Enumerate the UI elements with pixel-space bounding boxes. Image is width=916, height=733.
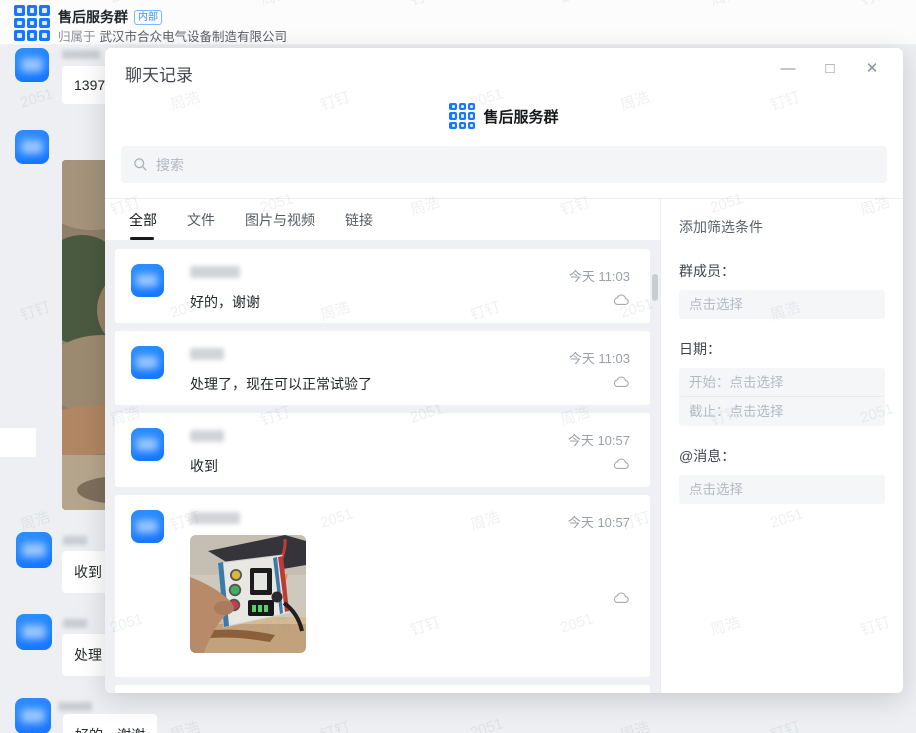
record-type-tabs: 全部 文件 图片与视频 链接 <box>105 199 660 241</box>
tab-media[interactable]: 图片与视频 <box>245 199 315 240</box>
filter-panel: 添加筛选条件 群成员： 点击选择 日期： 开始：点击选择 截止：点击选择 @消息… <box>660 199 903 693</box>
blurred-sender-name <box>190 348 224 360</box>
avatar[interactable] <box>15 130 49 164</box>
member-filter-select[interactable]: 点击选择 <box>679 290 885 319</box>
company-name: 武汉市合众电气设备制造有限公司 <box>100 30 288 44</box>
avatar[interactable] <box>15 48 49 82</box>
message-text: 收到 <box>190 456 218 476</box>
avatar[interactable] <box>16 532 52 568</box>
date-filter-group: 开始：点击选择 截止：点击选择 <box>679 368 885 426</box>
photo-content <box>190 535 306 653</box>
group-company-line: 归属于武汉市合众电气设备制造有限公司 <box>58 26 287 45</box>
avatar <box>131 264 164 297</box>
cloud-status-icon <box>613 457 630 470</box>
owner-prefix: 归属于 <box>58 30 96 44</box>
date-end-select[interactable]: 截止：点击选择 <box>679 397 885 426</box>
at-message-filter-select[interactable]: 点击选择 <box>679 475 885 504</box>
message-record[interactable]: 今天 10:57 <box>115 495 650 677</box>
blurred-sender-name <box>58 702 92 711</box>
blurred-sender-name <box>190 266 240 278</box>
tab-links[interactable]: 链接 <box>345 199 373 240</box>
cloud-status-icon <box>613 591 630 604</box>
dialog-title: 聊天记录 <box>125 61 193 86</box>
message-record[interactable]: 今天 10:57 收到 <box>115 413 650 487</box>
avatar[interactable] <box>15 698 51 733</box>
cloud-status-icon <box>613 293 630 306</box>
search-placeholder: 搜索 <box>156 155 184 175</box>
message-record[interactable]: 今天 11:03 好的，谢谢 <box>115 249 650 323</box>
message-record-list[interactable]: 今天 11:03 好的，谢谢 今天 11:03 处理了，现在可以正常试验了 <box>105 241 660 693</box>
avatar <box>131 510 164 543</box>
search-input[interactable]: 搜索 <box>121 146 887 183</box>
minimize-button[interactable]: — <box>779 60 797 78</box>
member-filter-label: 群成员： <box>679 261 885 281</box>
maximize-button[interactable]: □ <box>821 60 839 78</box>
scrollbar-thumb[interactable] <box>652 274 658 301</box>
avatar <box>131 428 164 461</box>
message-bubble[interactable]: 好的，谢谢 <box>63 714 157 733</box>
message-record[interactable]: 今天 11:03 处理了，现在可以正常试验了 <box>115 331 650 405</box>
date-start-select[interactable]: 开始：点击选择 <box>679 368 885 397</box>
dialog-group-name: 售后服务群 <box>483 106 558 127</box>
window-controls: — □ ✕ <box>779 60 881 78</box>
internal-badge: 内部 <box>134 10 162 25</box>
date-filter-label: 日期： <box>679 339 885 359</box>
chat-records-dialog: 聊天记录 — □ ✕ 售后服务群 搜索 全部 文件 图片与视 <box>105 48 903 693</box>
filter-panel-title: 添加筛选条件 <box>679 217 885 237</box>
message-time: 今天 11:03 <box>569 348 630 367</box>
active-tab-underline <box>130 237 154 240</box>
photo-message-thumbnail[interactable] <box>190 535 306 653</box>
close-button[interactable]: ✕ <box>863 60 881 78</box>
message-time: 今天 10:57 <box>568 430 630 449</box>
message-record-partial[interactable] <box>115 685 650 693</box>
group-avatar-icon <box>449 103 475 129</box>
avatar[interactable] <box>16 614 52 650</box>
search-icon <box>133 157 148 172</box>
avatar <box>131 346 164 379</box>
at-message-filter-label: @消息： <box>679 446 885 466</box>
cloud-status-icon <box>613 375 630 388</box>
blurred-sender-name <box>63 619 87 628</box>
white-patch <box>0 428 36 457</box>
blurred-sender-name <box>190 430 224 442</box>
group-avatar-icon[interactable] <box>13 4 51 42</box>
message-time: 今天 11:03 <box>569 266 630 285</box>
blurred-sender-name <box>190 512 240 524</box>
tab-all[interactable]: 全部 <box>129 199 157 240</box>
blurred-sender-name <box>62 50 100 59</box>
dialog-group-header: 售后服务群 <box>105 103 903 129</box>
blurred-sender-name <box>63 536 87 545</box>
group-header: 售后服务群 内部 归属于武汉市合众电气设备制造有限公司 <box>0 0 916 45</box>
message-text: 好的，谢谢 <box>190 292 260 312</box>
tab-files[interactable]: 文件 <box>187 199 215 240</box>
message-time: 今天 10:57 <box>568 512 630 531</box>
group-title: 售后服务群 <box>58 7 128 27</box>
message-text: 处理了，现在可以正常试验了 <box>190 374 372 394</box>
